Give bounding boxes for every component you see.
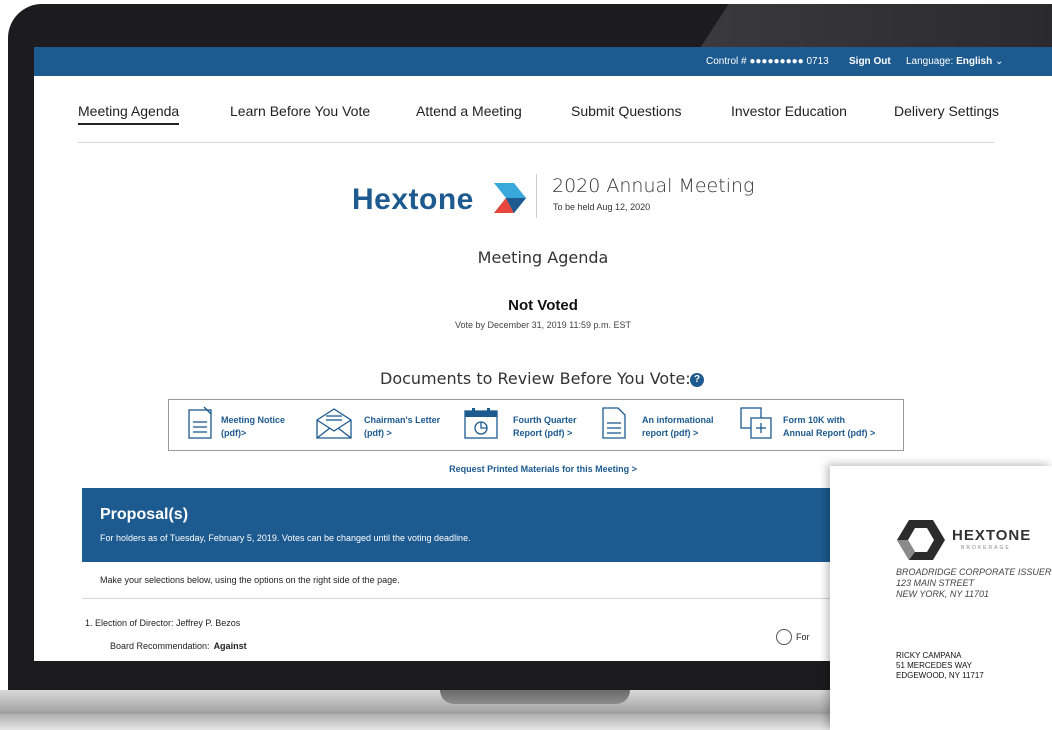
board-recommendation-value: Against	[213, 641, 247, 651]
nav-investor-education[interactable]: Investor Education	[731, 103, 847, 119]
vote-status: Not Voted	[508, 297, 578, 314]
doc-label: Form 10K with Annual Report (pdf) >	[783, 415, 876, 438]
doc-meeting-notice[interactable]: Meeting Notice (pdf)>	[187, 406, 317, 446]
documents-heading: Documents to Review Before You Vote:	[380, 369, 691, 388]
envelope-icon	[316, 408, 352, 439]
documents-panel: Meeting Notice (pdf)> Chairman's Letter (p…	[168, 399, 904, 451]
sign-out-link[interactable]: Sign Out	[849, 56, 891, 67]
calendar-report-icon	[464, 408, 498, 439]
vote-for-label[interactable]: For	[796, 632, 810, 642]
page-title: Meeting Agenda	[477, 248, 609, 267]
mail-recipient-address: RICKY CAMPANA 51 MERCEDES WAY EDGEWOOD, …	[896, 651, 984, 680]
chevron-down-icon: ⌄	[994, 56, 1004, 67]
mail-sender-address: BROADRIDGE CORPORATE ISSUER S 123 MAIN S…	[896, 567, 1052, 599]
hextone-logo-icon	[494, 183, 526, 213]
doc-label: An informational report (pdf) >	[642, 415, 714, 438]
vote-for-radio[interactable]	[776, 629, 792, 645]
meeting-date: To be held Aug 12, 2020	[553, 202, 651, 212]
laptop-lid-reflection	[700, 4, 1052, 48]
nav-submit-questions[interactable]: Submit Questions	[571, 103, 682, 119]
document-icon	[188, 406, 212, 439]
voting-instructions: Make your selections below, using the op…	[100, 575, 400, 585]
form-icon	[740, 407, 772, 439]
proposal-item-label: 1. Election of Director: Jeffrey P. Bezo…	[85, 618, 241, 628]
control-number: Control # ●●●●●●●●● 0713	[706, 56, 829, 67]
doc-label: Chairman's Letter (pdf) >	[364, 415, 441, 438]
report-icon	[602, 407, 626, 439]
language-label: Language:	[906, 56, 954, 67]
doc-informational-report[interactable]: An informational report (pdf) >	[601, 406, 731, 446]
board-recommendation-label: Board Recommendation:	[110, 641, 210, 651]
vote-deadline: Vote by December 31, 2019 11:59 p.m. EST	[455, 320, 631, 330]
brand-divider	[536, 174, 537, 218]
nav-attend-a-meeting[interactable]: Attend a Meeting	[416, 103, 522, 119]
mail-card: HEXTONE BROKERAGE BROADRIDGE CORPORATE I…	[830, 466, 1052, 730]
doc-chairmans-letter[interactable]: Chairman's Letter (pdf) >	[315, 406, 455, 446]
nav-meeting-agenda[interactable]: Meeting Agenda	[78, 103, 180, 125]
mail-brand-sub: BROKERAGE	[961, 545, 1011, 551]
laptop-notch	[440, 690, 630, 704]
language-selector[interactable]: Language: English ⌄	[906, 56, 1003, 67]
mail-brand-name: HEXTONE	[952, 527, 1032, 544]
nav-delivery-settings[interactable]: Delivery Settings	[894, 103, 999, 119]
nav-learn-before-you-vote[interactable]: Learn Before You Vote	[230, 103, 370, 119]
language-value: English	[956, 56, 993, 67]
doc-label: Meeting Notice (pdf)>	[221, 415, 286, 438]
meeting-title: 2020 Annual Meeting	[552, 175, 755, 197]
doc-fourth-quarter-report[interactable]: Fourth Quarter Report (pdf) >	[463, 406, 593, 446]
doc-label: Fourth Quarter Report (pdf) >	[513, 415, 577, 438]
main-nav: Meeting Agenda Learn Before You Vote Att…	[78, 103, 999, 143]
doc-form-10k[interactable]: Form 10K with Annual Report (pdf) >	[739, 406, 899, 446]
proposals-title: Proposal(s)	[100, 506, 189, 523]
hextone-brokerage-logo-icon	[897, 520, 945, 560]
top-bar: Control # ●●●●●●●●● 0713 Sign Out Langua…	[34, 47, 1052, 76]
board-recommendation: Board Recommendation: Against	[110, 641, 247, 651]
brand-name: Hextone	[352, 183, 474, 216]
proposals-subtitle: For holders as of Tuesday, February 5, 2…	[100, 533, 471, 543]
help-icon[interactable]: ?	[690, 373, 704, 387]
